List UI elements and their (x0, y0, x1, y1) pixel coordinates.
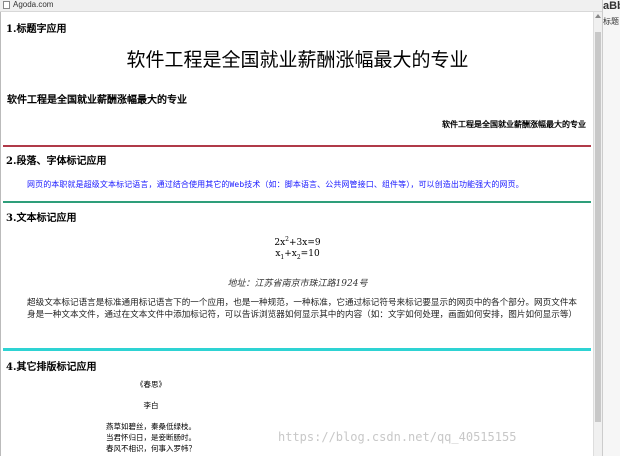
section-heading-2: 2.段落、字体标记应用 (6, 156, 107, 167)
page-content: 1.标题字应用 软件工程是全国就业薪酬涨幅最大的专业 软件工程是全国就业薪酬涨幅… (0, 12, 594, 456)
h4-right-title: 软件工程是全国就业薪酬涨幅最大的专业 (442, 119, 586, 129)
poem-line: 春风不相识，何事入罗帏？ (106, 444, 196, 453)
tab-title[interactable]: Agoda.com (13, 0, 53, 10)
long-paragraph: 超级文本标记语言是标准通用标记语言下的一个应用，也是一种规范，一种标准，它通过标… (27, 298, 578, 320)
divider-cyan (3, 348, 591, 351)
style-side-panel: aBb 标题 (602, 0, 620, 456)
poem-line: 燕草如碧丝，秦桑低绿枝。 (106, 422, 196, 431)
section-heading-4: 4.其它排版标记应用 (6, 362, 97, 373)
divider-red (3, 145, 591, 147)
formula-2: x1+x2=10 (1, 249, 594, 261)
blue-paragraph: 网页的本职就是超级文本标记语言，通过结合使用其它的Web技术（如：脚本语言、公共… (27, 180, 524, 189)
address-text: 地址：江苏省南京市珠江路1924号 (227, 279, 368, 289)
poem-author: 李白 (143, 401, 159, 410)
scroll-up-icon[interactable] (595, 14, 601, 18)
formula-1-base: 2x (274, 238, 286, 248)
style-label[interactable]: 标题 (603, 16, 619, 27)
h3-title: 软件工程是全国就业薪酬涨幅最大的专业 (7, 95, 187, 106)
divider-green (3, 201, 591, 203)
page-icon (3, 1, 10, 9)
browser-tab-bar: Agoda.com (0, 0, 620, 12)
section-heading-3: 3.文本标记应用 (6, 213, 77, 224)
poem-title: 《春思》 (136, 380, 166, 389)
formula-1-rest: +3x=9 (289, 238, 321, 248)
poem-line: 当君怀归日，是妾断肠时。 (106, 433, 196, 442)
watermark-text: https://blog.csdn.net/qq_40515155 (278, 430, 517, 444)
section-heading-1: 1.标题字应用 (6, 24, 67, 35)
scrollbar-thumb[interactable] (595, 32, 601, 422)
formula-2-plus: +x (284, 249, 297, 259)
formula-2-rest: =10 (300, 249, 320, 259)
formula-1: 2x2+3x=9 (1, 236, 594, 248)
vertical-scrollbar[interactable] (593, 12, 602, 456)
style-preview[interactable]: aBb (603, 0, 620, 12)
h1-title: 软件工程是全国就业薪酬涨幅最大的专业 (126, 49, 469, 71)
